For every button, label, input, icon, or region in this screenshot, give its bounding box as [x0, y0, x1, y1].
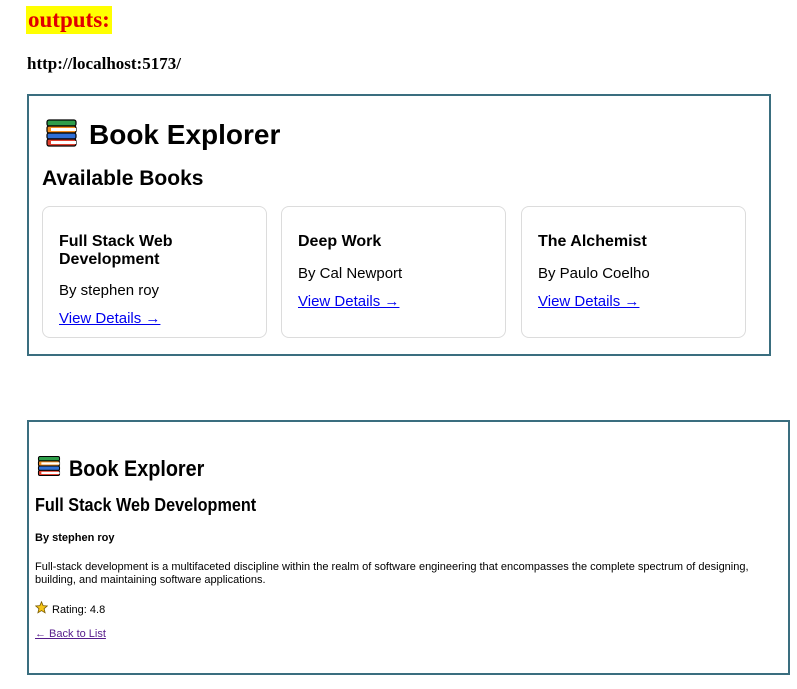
book-author: By Cal Newport [298, 265, 403, 282]
book-card[interactable]: Full Stack Web Development By stephen ro… [42, 206, 267, 338]
app-title: Book Explorer [89, 119, 281, 150]
book-card[interactable]: The Alchemist By Paulo Coelho View Detai… [521, 206, 746, 338]
book-title: Deep Work [298, 233, 382, 250]
list-view-screenshot: Book Explorer Available Books Full Stack… [27, 94, 771, 356]
view-details-link[interactable]: View Details → [298, 293, 399, 311]
detail-view-screenshot: Book Explorer Full Stack Web Development… [27, 420, 790, 675]
books-icon [45, 118, 78, 152]
rating-text: Rating: 4.8 [52, 603, 106, 616]
book-card[interactable]: Deep Work By Cal Newport View Details → [281, 206, 506, 338]
book-description: Full-stack development is a multifaceted… [35, 561, 749, 586]
book-detail-author: By stephen roy [35, 532, 115, 544]
section-title: Available Books [42, 167, 204, 190]
app-header: Book Explorer [45, 118, 280, 152]
outputs-label: outputs: [26, 6, 112, 34]
star-icon [34, 600, 49, 618]
book-author: By stephen roy [59, 282, 160, 299]
rating: Rating: 4.8 [34, 600, 106, 618]
view-details-link[interactable]: View Details → [538, 293, 639, 311]
book-title: The Alchemist [538, 233, 647, 250]
back-to-list-link[interactable]: ← Back to List [35, 627, 106, 641]
book-author: By Paulo Coelho [538, 265, 650, 282]
app-header: Book Explorer [37, 454, 219, 483]
book-title: Full Stack Web Development [59, 233, 173, 268]
url-text: http://localhost:5173/ [27, 54, 181, 73]
book-detail-title: Full Stack Web Development [35, 495, 257, 515]
view-details-link[interactable]: View Details → [59, 310, 160, 328]
books-icon [37, 454, 61, 483]
app-title: Book Explorer [69, 455, 205, 481]
